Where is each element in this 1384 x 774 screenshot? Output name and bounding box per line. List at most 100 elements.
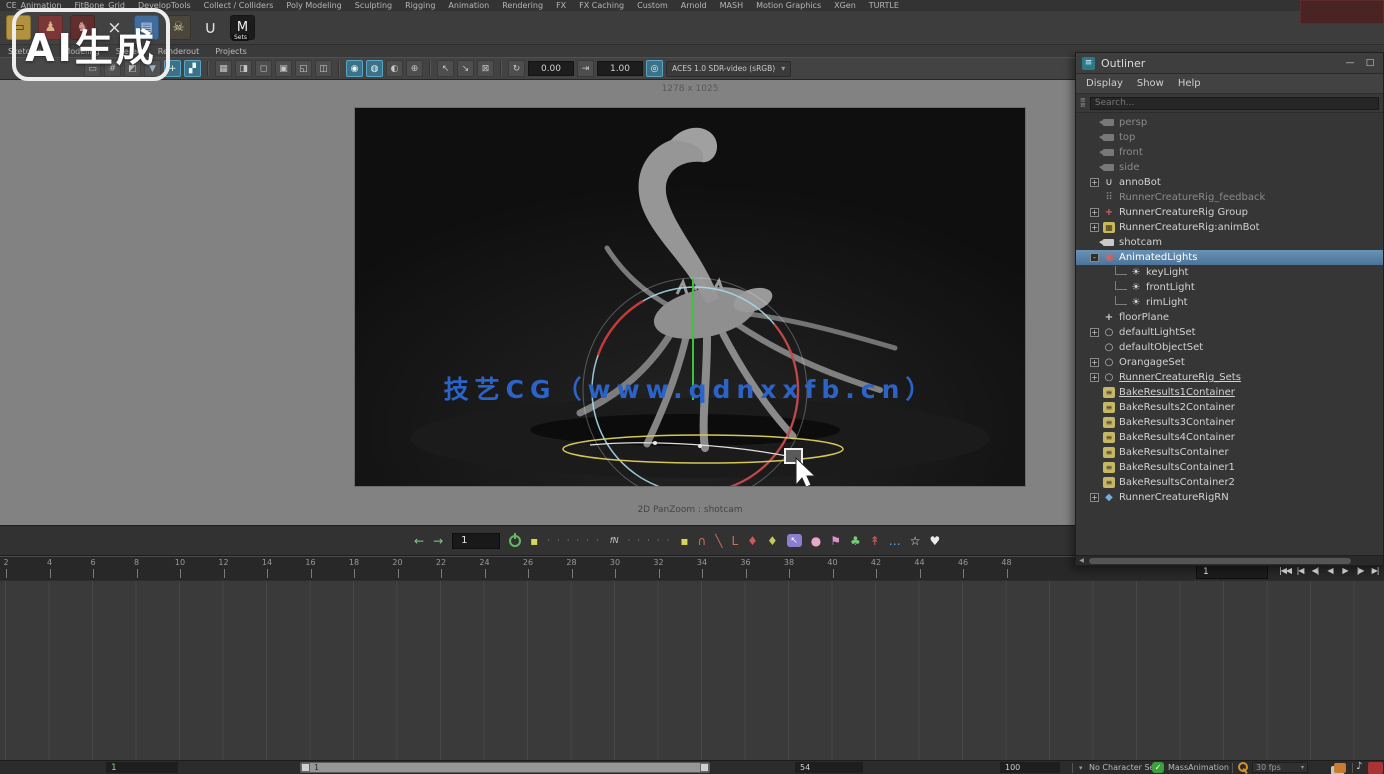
timeline-tick-46[interactable]: 46 — [951, 558, 975, 567]
status-icon[interactable]: ⊕ — [406, 60, 423, 77]
expand-toggle-icon[interactable]: + — [1090, 223, 1099, 232]
auto-key-icon[interactable] — [1237, 762, 1249, 774]
range-start-handle[interactable] — [301, 763, 310, 772]
status-icon[interactable]: ▞ — [184, 60, 201, 77]
yellow-marker-icon[interactable]: ♦ — [767, 534, 778, 548]
render-view[interactable] — [355, 108, 1025, 486]
outliner-item-runnercreaturerig-feedback[interactable]: ⠿RunnerCreatureRig_feedback — [1076, 190, 1383, 205]
transport-button-5[interactable]: |▶ — [1354, 566, 1366, 575]
outliner-item-side[interactable]: side — [1076, 160, 1383, 175]
menu-rigging[interactable]: Rigging — [405, 1, 435, 10]
expand-toggle-icon[interactable]: + — [1090, 493, 1099, 502]
status-value-field[interactable]: 0.00 — [528, 61, 574, 76]
status-icon[interactable]: ◻ — [255, 60, 272, 77]
outliner-search-input[interactable] — [1090, 97, 1379, 110]
shelf-tab-projects[interactable]: Projects — [215, 47, 247, 56]
timeline-tick-14[interactable]: 14 — [255, 558, 279, 567]
u-curve-icon[interactable]: ∪ — [198, 15, 223, 40]
timeline-tick-4[interactable]: 4 — [38, 558, 62, 567]
timeline-tick-34[interactable]: 34 — [690, 558, 714, 567]
plugin-status-icon[interactable]: ✓ — [1152, 762, 1164, 773]
menu-custom[interactable]: Custom — [637, 1, 668, 10]
outliner-item-animatedlights[interactable]: -◉AnimatedLights — [1076, 250, 1383, 265]
expand-toggle-icon[interactable]: + — [1090, 373, 1099, 382]
timeline-tick-2[interactable]: 2 — [0, 558, 18, 567]
window-controls-block[interactable] — [1300, 0, 1384, 24]
transport-button-4[interactable]: ▶ — [1339, 566, 1351, 575]
timeline-tick-10[interactable]: 10 — [168, 558, 192, 567]
status-icon[interactable]: ◍ — [366, 60, 383, 77]
outliner-hscrollbar[interactable]: ◀ — [1076, 555, 1383, 565]
timeline-tick-22[interactable]: 22 — [429, 558, 453, 567]
sound-icon[interactable]: ♪ — [1356, 761, 1362, 772]
transport-button-6[interactable]: ▶| — [1369, 566, 1381, 575]
menu-display[interactable]: Display — [1086, 78, 1123, 89]
outliner-item-bakeresultscontainer2[interactable]: ≡BakeResultsContainer2 — [1076, 475, 1383, 490]
expand-toggle-icon[interactable]: - — [1090, 253, 1099, 262]
menu-collect-colliders[interactable]: Collect / Colliders — [204, 1, 274, 10]
timeline-tick-36[interactable]: 36 — [734, 558, 758, 567]
transport-button-3[interactable]: ◀ — [1324, 566, 1336, 575]
script-editor-icon[interactable] — [1334, 763, 1346, 773]
status-icon[interactable]: ◨ — [235, 60, 252, 77]
outliner-item-rimlight[interactable]: ☀rimLight — [1076, 295, 1383, 310]
next-key-arrow[interactable]: → — [433, 534, 443, 548]
menu-fx[interactable]: FX — [556, 1, 566, 10]
menu-help[interactable]: Help — [1178, 78, 1201, 89]
outliner-item-defaultlightset[interactable]: +○defaultLightSet — [1076, 325, 1383, 340]
minimize-button[interactable]: — — [1343, 58, 1357, 68]
status-icon[interactable]: ◱ — [295, 60, 312, 77]
expand-toggle-icon[interactable]: + — [1090, 178, 1099, 187]
range-end-handle[interactable] — [700, 763, 709, 772]
maximize-button[interactable]: □ — [1363, 58, 1377, 68]
outliner-item-bakeresultscontainer[interactable]: ≡BakeResultsContainer — [1076, 445, 1383, 460]
menu-turtle[interactable]: TURTLE — [869, 1, 899, 10]
heart-icon[interactable]: ♥ — [930, 534, 941, 548]
outliner-item-bakeresults3container[interactable]: ≡BakeResults3Container — [1076, 415, 1383, 430]
slider-dots[interactable]: · · · · · · — [547, 536, 600, 546]
timeline-tick-8[interactable]: 8 — [125, 558, 149, 567]
menu-arnold[interactable]: Arnold — [681, 1, 707, 10]
outliner-item-bakeresultscontainer1[interactable]: ≡BakeResultsContainer1 — [1076, 460, 1383, 475]
flag-icon[interactable]: ⚑ — [830, 534, 841, 548]
status-icon[interactable]: ↻ — [508, 60, 525, 77]
outliner-item-keylight[interactable]: ☀keyLight — [1076, 265, 1383, 280]
outliner-item-runnercreaturerig-sets[interactable]: +○RunnerCreatureRig_Sets — [1076, 370, 1383, 385]
slider-left-end[interactable]: ▪ — [530, 534, 538, 548]
green-tool-icon[interactable]: ♣ — [850, 534, 861, 548]
expand-toggle-icon[interactable]: + — [1090, 328, 1099, 337]
outliner-item-runnercreaturerigrn[interactable]: +◆RunnerCreatureRigRN — [1076, 490, 1383, 505]
character-set-dropdown[interactable]: No Character Set — [1089, 763, 1158, 772]
scrollbar-thumb[interactable] — [1089, 558, 1351, 564]
fps-dropdown[interactable]: 30 fps ▾ — [1252, 762, 1308, 773]
timeline-tick-24[interactable]: 24 — [473, 558, 497, 567]
scroll-left-icon[interactable]: ◀ — [1076, 557, 1087, 564]
outliner-titlebar[interactable]: ≡ Outliner — □ — [1076, 53, 1383, 74]
power-icon[interactable] — [509, 535, 521, 547]
timeline-tick-48[interactable]: 48 — [995, 558, 1019, 567]
range-slider[interactable]: 1 — [300, 762, 710, 773]
timeline-tick-42[interactable]: 42 — [864, 558, 888, 567]
timeline-tick-18[interactable]: 18 — [342, 558, 366, 567]
animation-end-field[interactable]: 100 — [1000, 762, 1060, 773]
linear-curve-icon[interactable]: ╲ — [715, 534, 722, 548]
pink-sphere-icon[interactable]: ● — [811, 534, 821, 548]
timeline-tick-16[interactable]: 16 — [299, 558, 323, 567]
menu-animation[interactable]: Animation — [448, 1, 489, 10]
outliner-item-bakeresults2container[interactable]: ≡BakeResults2Container — [1076, 400, 1383, 415]
animation-start-field[interactable]: 1 — [106, 762, 178, 773]
timeline-tick-38[interactable]: 38 — [777, 558, 801, 567]
outliner-item-persp[interactable]: persp — [1076, 115, 1383, 130]
notification-icon[interactable] — [1368, 762, 1383, 774]
status-icon[interactable]: ▦ — [215, 60, 232, 77]
timeline-tick-12[interactable]: 12 — [212, 558, 236, 567]
timeline-tick-44[interactable]: 44 — [908, 558, 932, 567]
outliner-item-frontlight[interactable]: ☀frontLight — [1076, 280, 1383, 295]
ease-curve-icon[interactable]: ∩ — [697, 534, 706, 548]
menu-fx-caching[interactable]: FX Caching — [579, 1, 624, 10]
transport-button-1[interactable]: |◀ — [1294, 566, 1306, 575]
star-figure-icon[interactable]: ☆ — [910, 534, 921, 548]
menu-sculpting[interactable]: Sculpting — [355, 1, 392, 10]
outliner-item-front[interactable]: front — [1076, 145, 1383, 160]
menu-xgen[interactable]: XGen — [834, 1, 856, 10]
